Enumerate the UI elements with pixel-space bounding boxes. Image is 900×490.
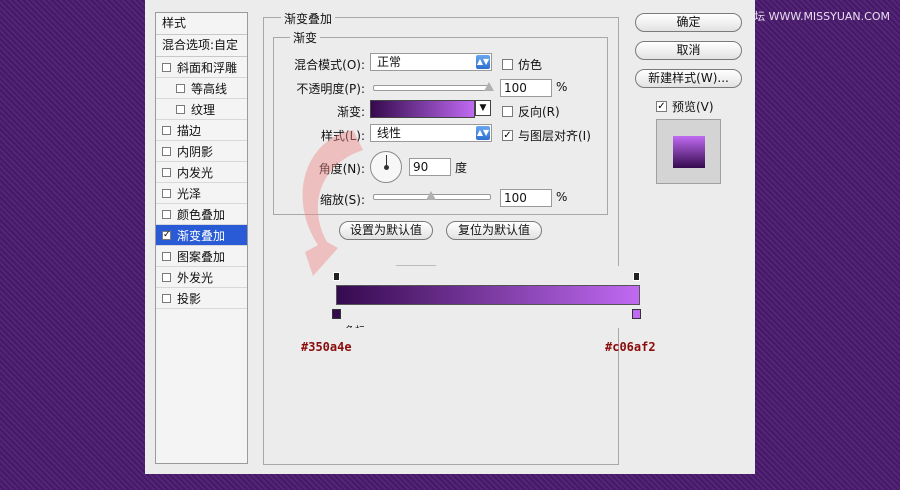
style-item-checkbox[interactable]: [162, 293, 171, 303]
style-item-label: 图案叠加: [177, 249, 226, 264]
ok-button[interactable]: 确定: [635, 13, 742, 32]
opacity-unit: %: [556, 80, 568, 94]
reverse-checkbox[interactable]: [502, 106, 513, 117]
curved-arrow-icon: [302, 130, 363, 276]
style-item-checkbox[interactable]: [162, 209, 171, 219]
opacity-label: 不透明度(P):: [296, 82, 365, 96]
gradient-label: 渐变:: [336, 105, 365, 119]
dither-label: 仿色: [518, 58, 543, 72]
style-item-checkbox[interactable]: [162, 125, 171, 135]
style-item-3[interactable]: 描边: [156, 120, 247, 141]
layer-style-dialog: 样式 混合选项:自定 斜面和浮雕等高线纹理描边内阴影内发光光泽颜色叠加 ✓ 渐变叠加…: [145, 0, 755, 474]
scale-slider-thumb[interactable]: [426, 191, 436, 200]
dropdown-arrow-icon: ▲▼: [476, 55, 490, 69]
style-item-label: 外发光: [177, 270, 214, 285]
style-item-checkbox[interactable]: [162, 62, 171, 72]
dropdown-arrow-icon: ▲▼: [476, 126, 490, 140]
dither-checkbox-row[interactable]: 仿色: [502, 56, 542, 73]
style-item-9[interactable]: 图案叠加: [156, 246, 247, 267]
style-item-checkbox[interactable]: [162, 146, 171, 156]
start-color-hex: #350a4e: [301, 340, 352, 354]
style-preview-box: [656, 119, 721, 184]
style-item-label: 内发光: [177, 165, 214, 180]
stop-label: 色标: [345, 322, 365, 328]
style-preview-swatch: [673, 136, 705, 168]
gradient-dropdown-arrow-icon[interactable]: ▼: [475, 100, 491, 116]
style-item-2[interactable]: 纹理: [156, 99, 247, 120]
color-stop-right[interactable]: [632, 309, 641, 319]
preview-label: 预览(V): [672, 100, 714, 114]
style-item-4[interactable]: 内阴影: [156, 141, 247, 162]
gradient-picker-swatch[interactable]: [370, 100, 475, 118]
cancel-button[interactable]: 取消: [635, 41, 742, 60]
align-layer-checkbox-row[interactable]: ✓ 与图层对齐(I): [502, 127, 591, 144]
style-item-label: 描边: [177, 123, 202, 138]
gradient-bar: [336, 285, 640, 305]
editor-divider: [396, 265, 436, 266]
end-color-hex: #c06af2: [605, 340, 656, 354]
style-item-checkbox[interactable]: [162, 188, 171, 198]
color-stop-left[interactable]: [332, 309, 341, 319]
style-item-label: 纹理: [191, 102, 216, 117]
dither-checkbox[interactable]: [502, 59, 513, 70]
reset-default-button[interactable]: 复位为默认值: [446, 221, 542, 240]
reverse-checkbox-row[interactable]: 反向(R): [502, 103, 560, 120]
gradient-overlay-title: 渐变叠加: [281, 10, 336, 27]
new-style-button[interactable]: 新建样式(W)...: [635, 69, 742, 88]
style-item-label: 等高线: [191, 81, 228, 96]
style-item-6[interactable]: 光泽: [156, 183, 247, 204]
style-item-1[interactable]: 等高线: [156, 78, 247, 99]
gradient-editor-preview: 色标: [330, 265, 654, 328]
opacity-stop-left[interactable]: [333, 272, 340, 281]
style-item-11[interactable]: 投影: [156, 288, 247, 309]
style-item-5[interactable]: 内发光: [156, 162, 247, 183]
style-item-10[interactable]: 外发光: [156, 267, 247, 288]
style-item-checkbox[interactable]: [162, 272, 171, 282]
style-item-label: 投影: [177, 291, 202, 306]
blend-mode-label: 混合模式(O):: [294, 58, 365, 72]
gradient-section-title: 渐变: [290, 29, 321, 46]
style-item-label: 斜面和浮雕: [177, 60, 238, 75]
blend-mode-select[interactable]: 正常 ▲▼: [370, 53, 492, 71]
angle-input[interactable]: 90: [409, 158, 451, 176]
style-item-checkbox[interactable]: [176, 104, 185, 114]
style-item-checkbox[interactable]: [162, 167, 171, 177]
style-item-label: 内阴影: [177, 144, 214, 159]
style-item-7[interactable]: 颜色叠加: [156, 204, 247, 225]
angle-unit: 度: [455, 161, 468, 175]
align-layer-label: 与图层对齐(I): [518, 129, 591, 143]
style-item-8[interactable]: ✓ 渐变叠加: [156, 225, 247, 246]
scale-input[interactable]: 100: [500, 189, 552, 207]
style-item-label: 颜色叠加: [177, 207, 226, 222]
styles-header[interactable]: 样式: [156, 13, 247, 35]
style-item-checkbox[interactable]: [176, 83, 185, 93]
preview-checkbox[interactable]: ✓: [656, 101, 667, 112]
style-item-label: 渐变叠加: [177, 228, 226, 243]
style-item-0[interactable]: 斜面和浮雕: [156, 57, 247, 78]
reverse-label: 反向(R): [518, 105, 560, 119]
preview-checkbox-row[interactable]: ✓ 预览(V): [656, 98, 714, 115]
styles-list: 样式 混合选项:自定 斜面和浮雕等高线纹理描边内阴影内发光光泽颜色叠加 ✓ 渐变叠加…: [155, 12, 248, 464]
style-item-label: 光泽: [177, 186, 202, 201]
opacity-slider[interactable]: [373, 85, 491, 91]
align-layer-checkbox[interactable]: ✓: [502, 130, 513, 141]
opacity-stop-right[interactable]: [633, 272, 640, 281]
opacity-input[interactable]: 100: [500, 79, 552, 97]
style-item-checkbox[interactable]: ✓: [162, 230, 171, 240]
blend-mode-value: 正常: [377, 55, 402, 69]
blending-options-item[interactable]: 混合选项:自定: [156, 35, 247, 57]
scale-unit: %: [556, 190, 568, 204]
style-item-checkbox[interactable]: [162, 251, 171, 261]
opacity-slider-thumb[interactable]: [484, 82, 494, 91]
